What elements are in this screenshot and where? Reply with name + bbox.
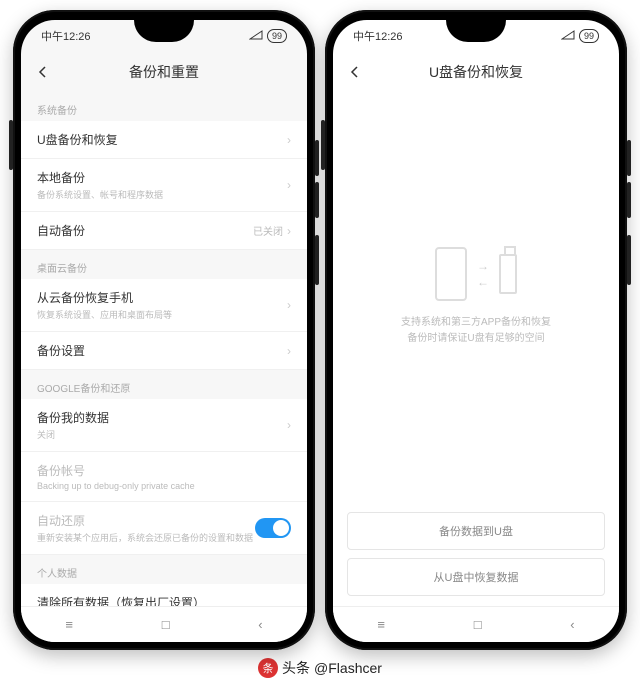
signal-icon — [249, 30, 263, 43]
auto-restore-toggle[interactable] — [255, 518, 291, 538]
clock: 中午12:26 — [353, 28, 403, 44]
row-label: 自动还原 — [37, 512, 255, 529]
nav-recents-icon[interactable]: ≡ — [65, 617, 73, 632]
phone-frame-right: 中午12:26 99 U盘备份和恢复 →← 支持系统和第三方APP备份和恢复 — [325, 10, 627, 650]
row-label: 备份我的数据 — [37, 409, 287, 426]
row-sublabel: 关闭 — [37, 428, 287, 441]
row-label: 自动备份 — [37, 222, 253, 239]
row-label: 清除所有数据（恢复出厂设置） — [37, 594, 287, 606]
chevron-right-icon: › — [287, 344, 291, 358]
row-backup-account[interactable]: 备份帐号 Backing up to debug-only private ca… — [21, 452, 307, 502]
clock: 中午12:26 — [41, 28, 91, 44]
usb-illustration: →← — [435, 247, 517, 301]
row-auto-restore[interactable]: 自动还原 重新安装某个应用后，系统会还原已备份的设置和数据 — [21, 502, 307, 555]
caption-avatar-icon: 条 — [258, 658, 278, 678]
backup-to-usb-button[interactable]: 备份数据到U盘 — [347, 512, 605, 550]
battery-icon: 99 — [267, 29, 287, 43]
row-backup-settings[interactable]: 备份设置 › — [21, 332, 307, 370]
back-button[interactable] — [341, 58, 369, 86]
phone-frame-left: 中午12:26 99 备份和重置 系统备份 U盘备份和恢复 › 本地备份 — [13, 10, 315, 650]
caption-brand: 头条 — [282, 658, 310, 678]
title-bar: 备份和重置 — [21, 52, 307, 92]
usb-drive-icon — [499, 254, 517, 294]
usb-empty-state: →← 支持系统和第三方APP备份和恢复 备份时请保证U盘有足够的空间 — [333, 92, 619, 502]
row-label: 备份设置 — [37, 342, 287, 359]
system-nav-bar: ≡ □ ‹ — [333, 606, 619, 642]
title-bar: U盘备份和恢复 — [333, 52, 619, 92]
row-sublabel: 重新安装某个应用后，系统会还原已备份的设置和数据 — [37, 531, 255, 544]
row-sublabel: 恢复系统设置、应用和桌面布局等 — [37, 308, 287, 321]
chevron-right-icon: › — [287, 133, 291, 147]
restore-from-usb-button[interactable]: 从U盘中恢复数据 — [347, 558, 605, 596]
section-header-system: 系统备份 — [21, 92, 307, 121]
page-title: 备份和重置 — [57, 62, 271, 82]
row-label: 备份帐号 — [37, 462, 291, 479]
row-local-backup[interactable]: 本地备份 备份系统设置、帐号和程序数据 › — [21, 159, 307, 212]
nav-recents-icon[interactable]: ≡ — [377, 617, 385, 632]
row-backup-my-data[interactable]: 备份我的数据 关闭 › — [21, 399, 307, 452]
row-label: U盘备份和恢复 — [37, 131, 287, 148]
row-sublabel: Backing up to debug-only private cache — [37, 481, 291, 491]
signal-icon — [561, 30, 575, 43]
chevron-right-icon: › — [287, 224, 291, 238]
nav-home-icon[interactable]: □ — [474, 617, 482, 632]
caption-handle: @Flashcer — [314, 660, 382, 676]
sync-arrows-icon: →← — [477, 259, 489, 289]
page-title: U盘备份和恢复 — [369, 62, 583, 82]
chevron-right-icon: › — [287, 418, 291, 432]
row-label: 本地备份 — [37, 169, 287, 186]
row-value: 已关闭 — [253, 223, 283, 238]
back-button[interactable] — [29, 58, 57, 86]
row-usb-backup[interactable]: U盘备份和恢复 › — [21, 121, 307, 159]
phone-icon — [435, 247, 467, 301]
chevron-right-icon: › — [287, 298, 291, 312]
image-caption: 条 头条 @Flashcer — [258, 658, 382, 678]
chevron-right-icon: › — [287, 178, 291, 192]
row-sublabel: 备份系统设置、帐号和程序数据 — [37, 188, 287, 201]
section-header-google: GOOGLE备份和还原 — [21, 370, 307, 399]
row-auto-backup[interactable]: 自动备份 已关闭 › — [21, 212, 307, 250]
row-label: 从云备份恢复手机 — [37, 289, 287, 306]
nav-home-icon[interactable]: □ — [162, 617, 170, 632]
nav-back-icon[interactable]: ‹ — [570, 617, 574, 632]
section-header-personal: 个人数据 — [21, 555, 307, 584]
row-cloud-restore[interactable]: 从云备份恢复手机 恢复系统设置、应用和桌面布局等 › — [21, 279, 307, 332]
section-header-cloud: 桌面云备份 — [21, 250, 307, 279]
help-text: 支持系统和第三方APP备份和恢复 备份时请保证U盘有足够的空间 — [401, 315, 551, 347]
nav-back-icon[interactable]: ‹ — [258, 617, 262, 632]
battery-icon: 99 — [579, 29, 599, 43]
row-factory-reset[interactable]: 清除所有数据（恢复出厂设置） 清除手机上的所有数据 › — [21, 584, 307, 606]
system-nav-bar: ≡ □ ‹ — [21, 606, 307, 642]
